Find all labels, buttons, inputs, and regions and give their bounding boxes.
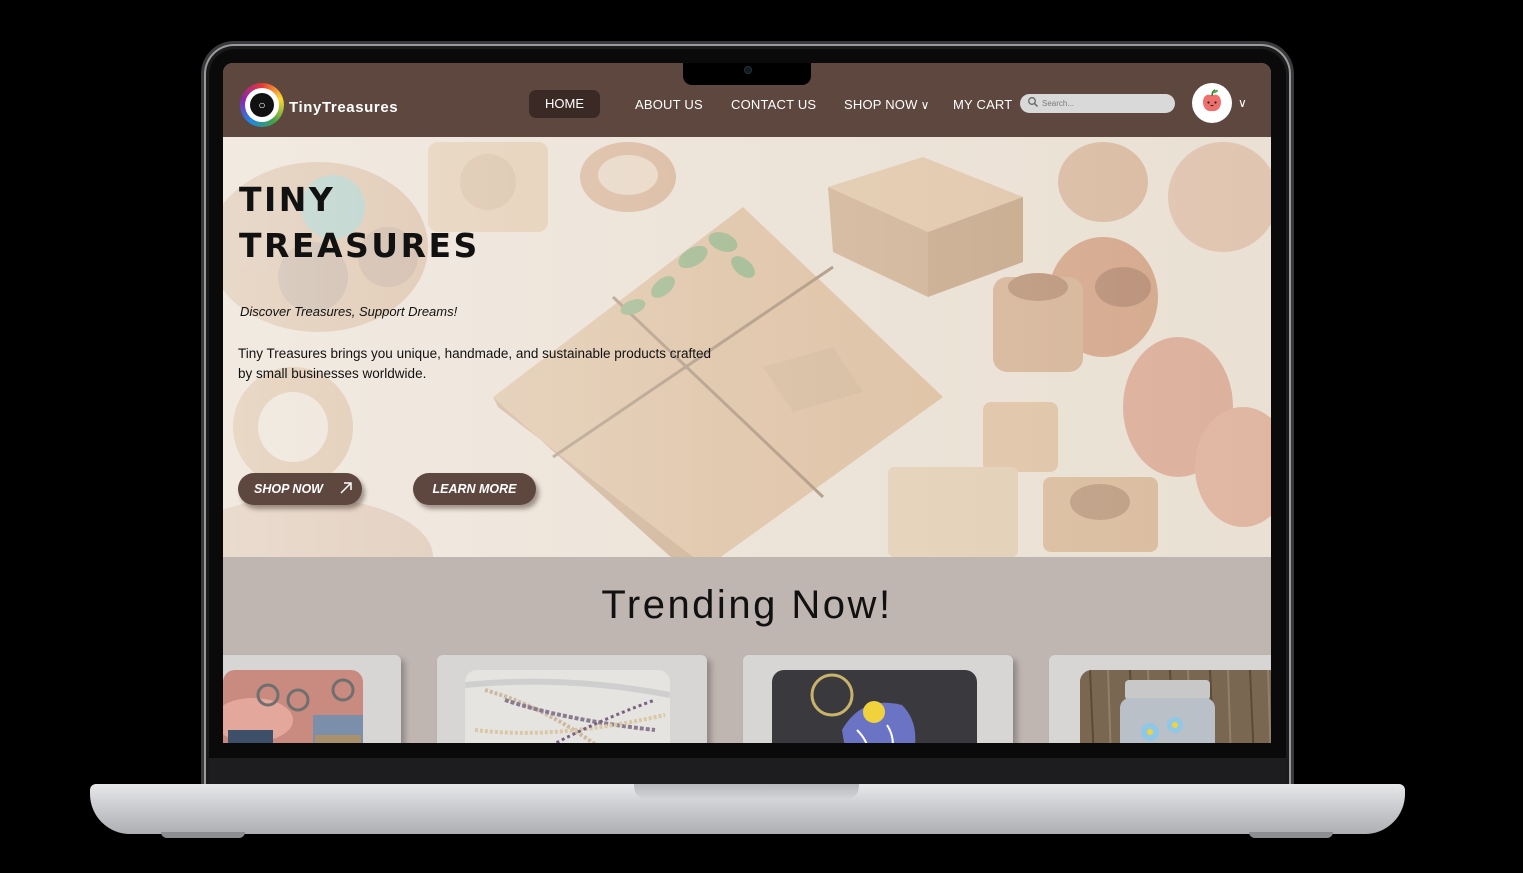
- website-screen: ○ TinyTreasures HOME ABOUT US CONTACT US…: [223, 63, 1271, 743]
- search-input[interactable]: [1042, 96, 1162, 110]
- product-image: [465, 670, 670, 743]
- hero-tagline: Discover Treasures, Support Dreams!: [240, 304, 458, 319]
- avatar[interactable]: [1192, 83, 1232, 123]
- brand-name[interactable]: TinyTreasures: [289, 99, 398, 116]
- chevron-down-icon: ∨: [920, 98, 930, 112]
- learn-more-button[interactable]: LEARN MORE: [413, 473, 536, 505]
- search-icon: [1028, 97, 1038, 107]
- necklace-logo-icon[interactable]: ○: [240, 83, 284, 127]
- trending-title: Trending Now!: [601, 583, 893, 627]
- camera-notch: [683, 63, 811, 85]
- product-image: [1080, 670, 1271, 743]
- search-bar[interactable]: [1020, 94, 1175, 113]
- hero-description: Tiny Treasures brings you unique, handma…: [238, 346, 712, 381]
- laptop-foot-right: [1249, 832, 1333, 838]
- product-card[interactable]: [437, 655, 707, 743]
- shop-now-button-label: SHOP NOW: [254, 482, 323, 496]
- product-card[interactable]: [223, 655, 401, 743]
- product-card[interactable]: [1049, 655, 1271, 743]
- nav-about-us[interactable]: ABOUT US: [635, 97, 703, 112]
- product-image: [772, 670, 977, 743]
- product-image: [223, 670, 363, 743]
- camera-icon: [744, 66, 752, 74]
- product-card[interactable]: [743, 655, 1013, 743]
- laptop-chin: [209, 758, 1286, 786]
- nav-shop-now-label: SHOP NOW: [844, 97, 918, 112]
- chevron-down-icon[interactable]: ∨: [1238, 96, 1247, 110]
- shop-now-button[interactable]: SHOP NOW: [238, 473, 362, 505]
- nav-contact-us[interactable]: CONTACT US: [731, 97, 816, 112]
- nav-shop-now[interactable]: SHOP NOW ∨: [844, 97, 930, 112]
- nav-my-cart[interactable]: MY CART: [953, 97, 1012, 112]
- hero-title-line-2: TREASURES: [239, 226, 480, 265]
- laptop-foot-left: [161, 832, 245, 838]
- laptop-opening-notch: [634, 784, 859, 800]
- apple-avatar-icon: [1203, 89, 1221, 112]
- arrow-up-right-icon: [340, 482, 352, 494]
- hero-title: TINY TREASURES: [239, 177, 480, 269]
- nav-home[interactable]: HOME: [529, 90, 600, 118]
- hero-section: TINY TREASURES Discover Treasures, Suppo…: [223, 137, 1271, 557]
- hero-title-line-1: TINY: [239, 180, 336, 219]
